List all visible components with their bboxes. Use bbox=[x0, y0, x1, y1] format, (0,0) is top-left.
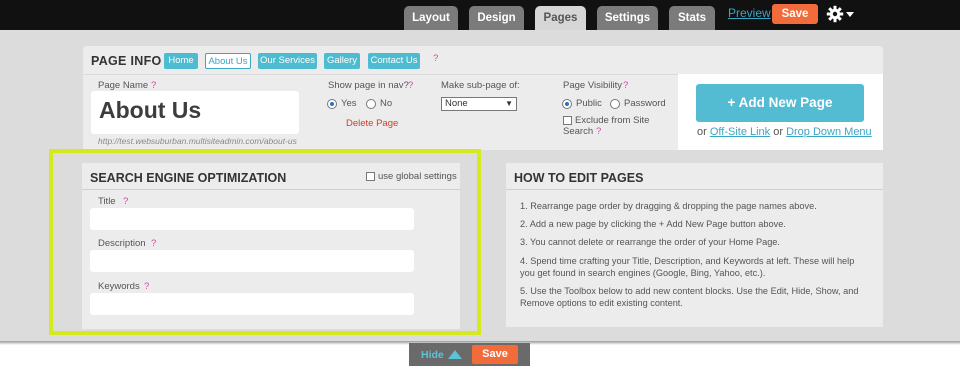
gear-icon bbox=[826, 5, 844, 23]
seo-title-help-icon[interactable]: ? bbox=[123, 196, 128, 207]
page-name-value: About Us bbox=[99, 97, 202, 123]
show-in-nav-label: Show page in nav? bbox=[328, 80, 409, 91]
bottom-toolbar: Hide Save bbox=[409, 343, 530, 366]
tab-settings[interactable]: Settings bbox=[597, 6, 658, 30]
or-text-1: or bbox=[697, 126, 707, 138]
exclude-search-label-2: Search bbox=[563, 126, 594, 137]
seo-keywords-input[interactable] bbox=[90, 293, 414, 315]
top-toolbar: Layout Design Pages Settings Stats Previ… bbox=[0, 0, 960, 30]
exclude-search-checkbox[interactable] bbox=[563, 116, 572, 125]
page-name-input[interactable]: About Us bbox=[91, 91, 299, 134]
off-site-link[interactable]: Off-Site Link bbox=[710, 126, 770, 138]
visibility-label: Page Visibility bbox=[563, 80, 622, 91]
page-button-our-services[interactable]: Our Services bbox=[258, 53, 317, 69]
drop-down-menu-link[interactable]: Drop Down Menu bbox=[786, 126, 872, 138]
page-info-header: PAGE INFO Home About Us Our Services Gal… bbox=[83, 46, 883, 74]
save-button[interactable]: Save bbox=[772, 4, 818, 24]
page-name-label: Page Name bbox=[98, 80, 149, 91]
visibility-password-label: Password bbox=[624, 98, 666, 109]
how-to-step: 2. Add a new page by clicking the + Add … bbox=[520, 219, 786, 229]
page-info-title: PAGE INFO bbox=[91, 54, 162, 68]
show-in-nav-no-label: No bbox=[380, 98, 393, 109]
page-button-about-us[interactable]: About Us bbox=[205, 53, 251, 69]
visibility-public-label: Public bbox=[576, 98, 602, 109]
visibility-public-radio[interactable] bbox=[562, 99, 572, 109]
tab-pages[interactable]: Pages bbox=[535, 6, 586, 30]
how-to-step: 5. Use the Toolbox below to add new cont… bbox=[520, 286, 859, 308]
or-text-2: or bbox=[773, 126, 784, 138]
show-in-nav-yes-radio[interactable] bbox=[327, 99, 337, 109]
chevron-down-icon: ▼ bbox=[505, 99, 513, 108]
tab-stats[interactable]: Stats bbox=[669, 6, 715, 30]
use-global-settings-label: use global settings bbox=[378, 171, 457, 182]
add-new-page-button[interactable]: + Add New Page bbox=[696, 84, 864, 122]
hide-toolbar-button[interactable]: Hide bbox=[421, 349, 444, 361]
help-icon[interactable]: ? bbox=[433, 53, 438, 64]
use-global-settings-checkbox[interactable] bbox=[366, 172, 375, 181]
visibility-help-icon[interactable]: ? bbox=[623, 80, 628, 91]
page-button-gallery[interactable]: Gallery bbox=[324, 53, 360, 69]
seo-keywords-label: Keywords bbox=[98, 281, 140, 292]
seo-keywords-help-icon[interactable]: ? bbox=[144, 281, 149, 292]
seo-panel: SEARCH ENGINE OPTIMIZATION use global se… bbox=[82, 163, 460, 329]
tab-design[interactable]: Design bbox=[469, 6, 524, 30]
show-in-nav-yes-label: Yes bbox=[341, 98, 357, 109]
exclude-search-help-icon[interactable]: ? bbox=[596, 126, 601, 137]
seo-title-input[interactable] bbox=[90, 208, 414, 230]
subpage-select[interactable]: None ▼ bbox=[441, 97, 517, 111]
show-in-nav-help-icon[interactable]: ? bbox=[408, 80, 413, 91]
how-to-title: HOW TO EDIT PAGES bbox=[514, 171, 644, 185]
delete-page-link[interactable]: Delete Page bbox=[346, 118, 398, 129]
subpage-label: Make sub-page of: bbox=[441, 80, 520, 91]
exclude-search-label: Exclude from Site bbox=[575, 115, 650, 126]
tab-layout[interactable]: Layout bbox=[404, 6, 458, 30]
subpage-select-value: None bbox=[445, 98, 468, 109]
seo-description-label: Description bbox=[98, 238, 146, 249]
caret-down-icon bbox=[846, 12, 854, 17]
seo-description-input[interactable] bbox=[90, 250, 414, 272]
chevron-up-icon[interactable] bbox=[448, 349, 462, 359]
page-button-contact-us[interactable]: Contact Us bbox=[368, 53, 420, 69]
bottom-save-button[interactable]: Save bbox=[472, 345, 518, 364]
page-button-home[interactable]: Home bbox=[164, 53, 198, 69]
settings-menu[interactable] bbox=[826, 4, 854, 24]
page-url: http://test.websuburban.multisiteadmin.c… bbox=[98, 136, 297, 146]
add-page-links: or Off-Site Link or Drop Down Menu bbox=[697, 126, 872, 138]
how-to-step: 1. Rearrange page order by dragging & dr… bbox=[520, 201, 817, 211]
how-to-header: HOW TO EDIT PAGES bbox=[506, 163, 883, 189]
page-name-help-icon[interactable]: ? bbox=[151, 80, 156, 91]
seo-title-label: Title bbox=[98, 196, 116, 207]
how-to-panel: HOW TO EDIT PAGES 1. Rearrange page orde… bbox=[506, 163, 883, 327]
show-in-nav-no-radio[interactable] bbox=[366, 99, 376, 109]
seo-header: SEARCH ENGINE OPTIMIZATION use global se… bbox=[82, 163, 460, 189]
visibility-password-radio[interactable] bbox=[610, 99, 620, 109]
seo-title: SEARCH ENGINE OPTIMIZATION bbox=[90, 171, 287, 185]
seo-body: Title ? Description ? Keywords ? bbox=[82, 189, 460, 329]
preview-link[interactable]: Preview bbox=[728, 6, 771, 20]
how-to-step: 3. You cannot delete or rearrange the or… bbox=[520, 237, 780, 247]
how-to-body: 1. Rearrange page order by dragging & dr… bbox=[506, 189, 883, 327]
seo-description-help-icon[interactable]: ? bbox=[151, 238, 156, 249]
how-to-step: 4. Spend time crafting your Title, Descr… bbox=[520, 256, 855, 278]
